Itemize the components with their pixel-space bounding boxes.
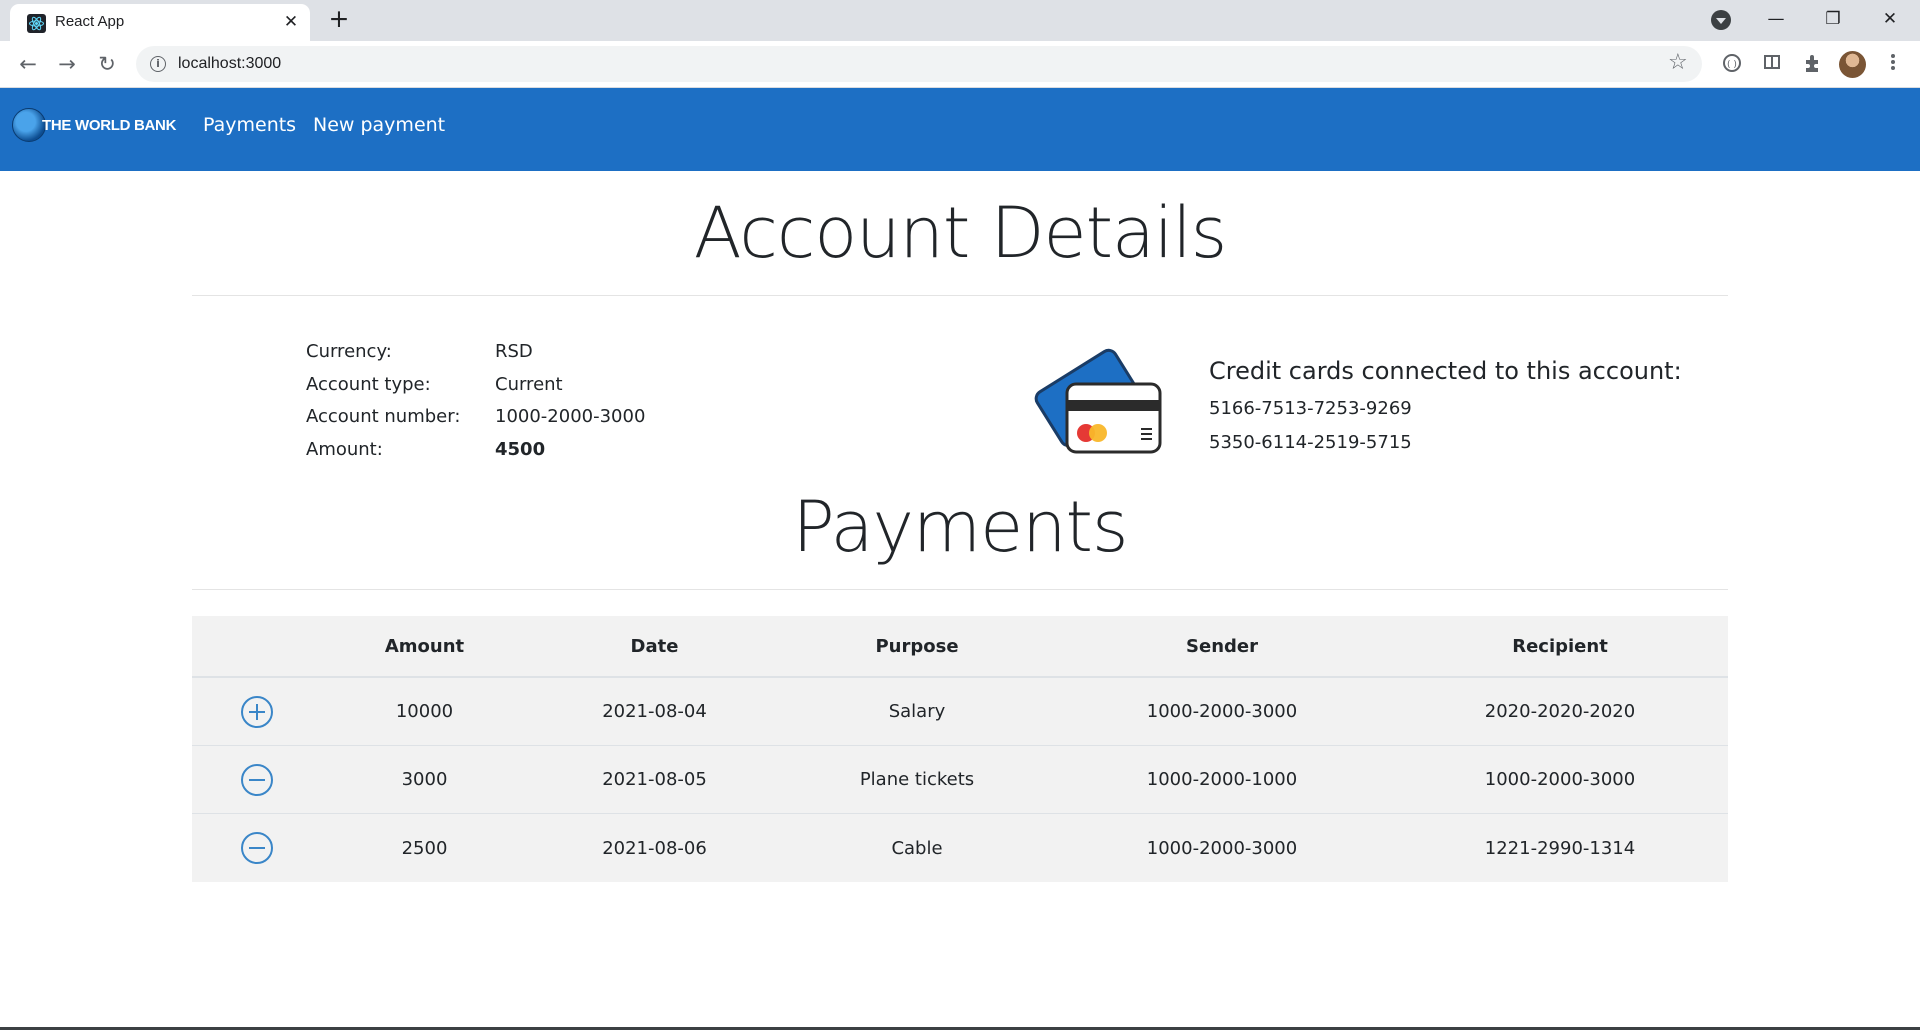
browser-tabstrip: React App ✕ + — ❐ ✕ bbox=[0, 0, 1920, 41]
row-sender: 1000-2000-3000 bbox=[1146, 837, 1298, 859]
app-navbar: THE WORLD BANK Payments New payment bbox=[0, 88, 1920, 171]
maximize-icon[interactable]: ❐ bbox=[1817, 4, 1849, 34]
card-number: 5350-6114-2519-5715 bbox=[1209, 432, 1412, 453]
payments-title: Payments bbox=[792, 486, 1129, 568]
row-purpose: Cable bbox=[891, 837, 943, 859]
account-type-value: Current bbox=[495, 374, 563, 395]
account-number-label: Account number: bbox=[306, 406, 461, 427]
tab-search-icon[interactable] bbox=[1711, 10, 1731, 30]
extensions-puzzle-icon[interactable] bbox=[1799, 52, 1825, 78]
credit-card-icon bbox=[1032, 340, 1167, 460]
row-amount: 3000 bbox=[401, 769, 448, 790]
browser-toolbar: ← → ↻ i localhost:3000 ☆ ( ) bbox=[0, 41, 1920, 88]
row-recipient: 1221-2990-1314 bbox=[1484, 837, 1636, 859]
tab-title: React App bbox=[55, 13, 125, 30]
row-amount: 2500 bbox=[401, 837, 448, 859]
row-amount: 10000 bbox=[395, 701, 454, 722]
profile-avatar[interactable] bbox=[1839, 51, 1866, 78]
brand-name: THE WORLD BANK bbox=[42, 116, 177, 134]
currency-value: RSD bbox=[495, 341, 533, 362]
column-header-purpose: Purpose bbox=[875, 635, 959, 657]
currency-label: Currency: bbox=[306, 341, 392, 362]
url-text[interactable]: localhost:3000 bbox=[178, 55, 281, 73]
reading-list-icon[interactable] bbox=[1759, 52, 1785, 78]
react-favicon-icon bbox=[27, 14, 46, 33]
minus-circle-icon bbox=[192, 814, 322, 882]
column-header-icon bbox=[192, 616, 322, 676]
amount-value: 4500 bbox=[495, 439, 546, 460]
account-details-title: Account Details bbox=[693, 192, 1228, 274]
globe-icon bbox=[12, 108, 46, 142]
payments-table: Amount Date Purpose Sender Recipient 100… bbox=[192, 616, 1728, 882]
back-icon[interactable]: ← bbox=[14, 50, 42, 78]
site-info-icon[interactable]: i bbox=[150, 56, 166, 72]
tab-close-icon[interactable]: ✕ bbox=[280, 11, 302, 33]
close-window-icon[interactable]: ✕ bbox=[1874, 4, 1906, 34]
column-header-recipient: Recipient bbox=[1512, 635, 1608, 657]
column-header-amount: Amount bbox=[384, 635, 465, 657]
table-row[interactable]: 2500 2021-08-06 Cable 1000-2000-3000 122… bbox=[192, 814, 1728, 882]
column-header-date: Date bbox=[630, 635, 679, 657]
row-purpose: Plane tickets bbox=[859, 769, 975, 790]
browser-menu-icon[interactable] bbox=[1880, 52, 1906, 78]
credit-cards-heading: Credit cards connected to this account: bbox=[1209, 357, 1682, 385]
reload-icon[interactable]: ↻ bbox=[93, 50, 121, 78]
nav-link-new-payment[interactable]: New payment bbox=[313, 114, 445, 136]
table-header: Amount Date Purpose Sender Recipient bbox=[192, 616, 1728, 678]
bookmark-star-icon[interactable]: ☆ bbox=[1668, 50, 1688, 75]
account-number-value: 1000-2000-3000 bbox=[495, 406, 646, 427]
row-date: 2021-08-04 bbox=[602, 701, 707, 722]
minimize-icon[interactable]: — bbox=[1760, 4, 1792, 34]
row-date: 2021-08-06 bbox=[602, 837, 707, 859]
divider bbox=[192, 295, 1728, 296]
row-sender: 1000-2000-1000 bbox=[1146, 769, 1298, 790]
row-sender: 1000-2000-3000 bbox=[1146, 701, 1298, 722]
row-purpose: Salary bbox=[888, 701, 946, 722]
plus-circle-icon bbox=[192, 678, 322, 745]
row-date: 2021-08-05 bbox=[602, 769, 707, 790]
card-number: 5166-7513-7253-9269 bbox=[1209, 398, 1412, 419]
new-tab-button[interactable]: + bbox=[325, 6, 353, 34]
brand-logo[interactable]: THE WORLD BANK bbox=[12, 105, 176, 145]
address-bar[interactable]: i localhost:3000 ☆ bbox=[136, 46, 1702, 82]
nav-link-payments[interactable]: Payments bbox=[203, 114, 296, 136]
divider bbox=[192, 589, 1728, 590]
table-row[interactable]: 3000 2021-08-05 Plane tickets 1000-2000-… bbox=[192, 746, 1728, 814]
svg-text:( ): ( ) bbox=[1727, 60, 1737, 70]
column-header-sender: Sender bbox=[1186, 635, 1258, 657]
minus-circle-icon bbox=[192, 746, 322, 813]
extension-icon[interactable]: ( ) bbox=[1719, 52, 1745, 78]
account-type-label: Account type: bbox=[306, 374, 431, 395]
row-recipient: 1000-2000-3000 bbox=[1484, 769, 1636, 790]
browser-tab[interactable]: React App ✕ bbox=[10, 4, 310, 41]
amount-label: Amount: bbox=[306, 439, 383, 460]
row-recipient: 2020-2020-2020 bbox=[1484, 701, 1636, 722]
table-row[interactable]: 10000 2021-08-04 Salary 1000-2000-3000 2… bbox=[192, 678, 1728, 746]
forward-icon[interactable]: → bbox=[53, 50, 81, 78]
